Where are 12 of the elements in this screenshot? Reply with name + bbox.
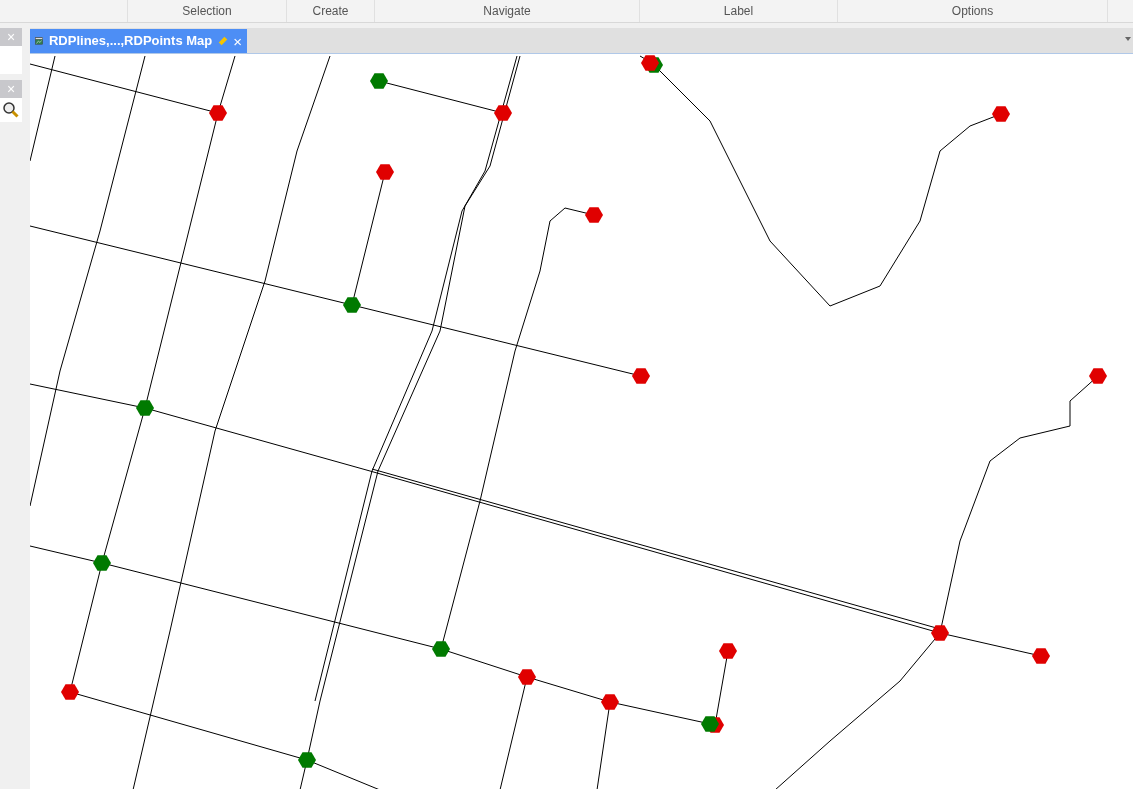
- ribbon-group-label: Create: [312, 3, 349, 20]
- ribbon-group-label: Navigate: [483, 3, 531, 20]
- map-icon: [35, 34, 43, 48]
- ribbon-group-label: Label: [723, 3, 754, 20]
- close-tab-button[interactable]: ×: [233, 33, 242, 49]
- map-tab[interactable]: RDPlines,...,RDPoints Map ×: [30, 29, 247, 53]
- ribbon-group-label: Options: [951, 3, 994, 20]
- dropdown-arrow-icon[interactable]: [1125, 37, 1131, 41]
- close-button[interactable]: ×: [6, 82, 16, 96]
- tab-label: RDPlines,...,RDPoints Map: [49, 32, 213, 51]
- ribbon-group-label: Selection: [182, 3, 232, 20]
- close-button[interactable]: ×: [6, 30, 16, 44]
